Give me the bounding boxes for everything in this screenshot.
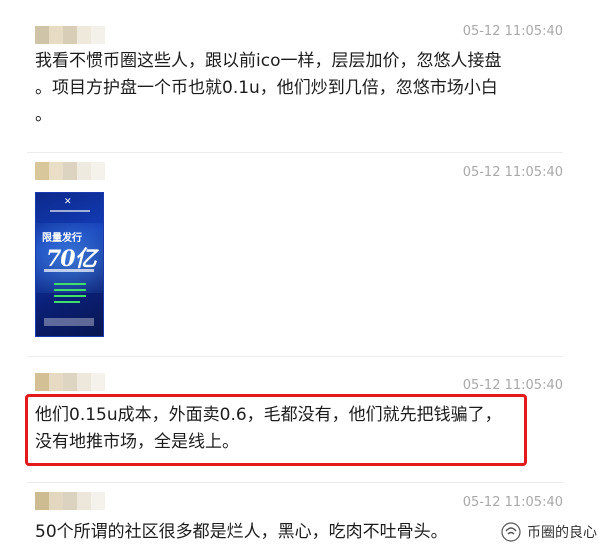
message-timestamp: 05-12 11:05:40 [462,495,563,510]
message-timestamp: 05-12 11:05:40 [462,24,563,39]
message-timestamp: 05-12 11:05:40 [462,165,563,180]
poster-green-line [54,283,86,285]
poster-logo-icon: ✕ [64,197,72,207]
watermark-text: 币圈的良心 [527,525,597,541]
message-divider [27,482,563,483]
poster-image[interactable]: ✕ 限量发行 70亿 [35,192,104,337]
poster-footer-bar [44,318,94,326]
message-text: 我看不惯币圈这些人，跟以前ico一样，层层加价，忽悠人接盘 。项目方护盘一个币也… [35,51,502,125]
sender-avatar-blurred [35,373,105,391]
wechat-channel-icon [501,522,521,542]
sender-avatar-blurred [35,162,105,180]
poster-green-line [54,289,86,291]
message-divider [27,152,563,153]
sender-avatar-blurred [35,26,105,44]
message-timestamp: 05-12 11:05:40 [462,378,563,393]
poster-subline [44,269,94,272]
message-divider [27,356,563,357]
poster-brand-line [50,210,90,212]
highlight-box [25,394,527,466]
poster-green-line [54,301,80,303]
poster-green-line [54,295,86,297]
sender-avatar-blurred [35,492,105,510]
source-watermark: 币圈的良心 [497,520,601,544]
message-text: 50个所谓的社区很多都是烂人，黑心，吃肉不吐骨头。 [35,522,448,542]
